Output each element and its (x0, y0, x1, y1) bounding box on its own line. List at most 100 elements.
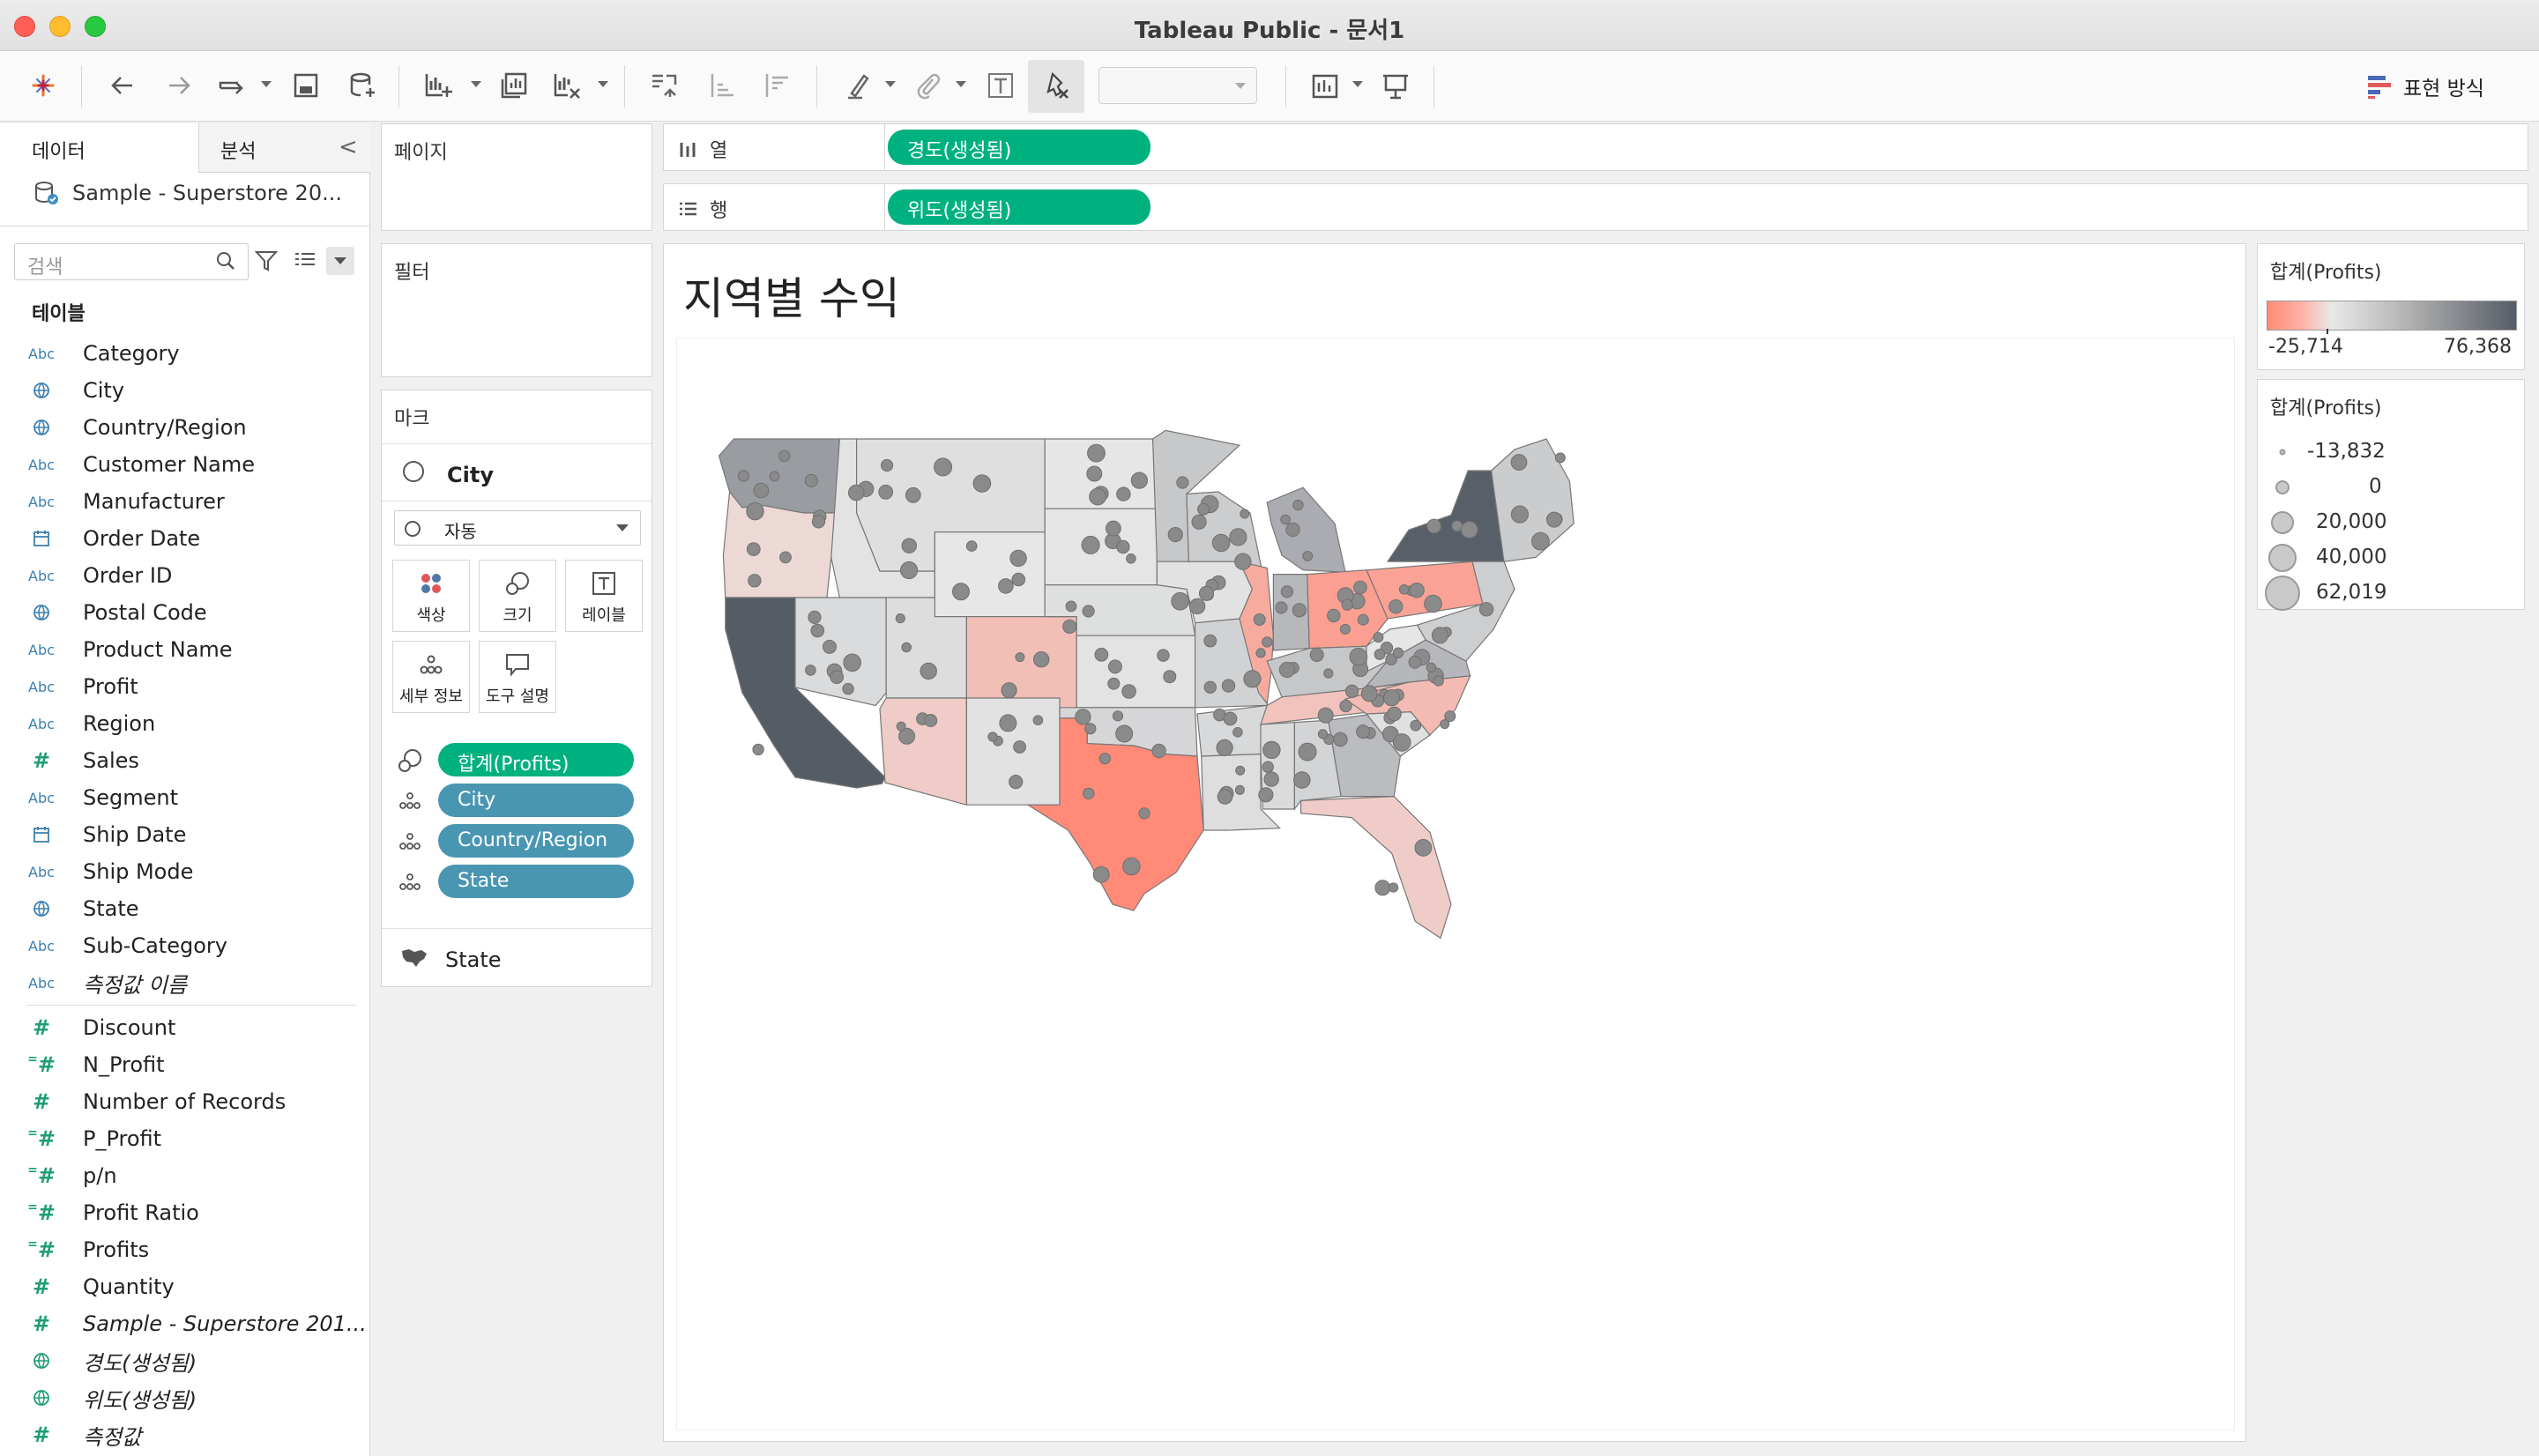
highlight-icon[interactable] (839, 65, 880, 106)
city-mark[interactable] (965, 540, 978, 552)
city-mark[interactable] (1126, 553, 1136, 564)
city-mark[interactable] (1191, 514, 1207, 530)
mark-type-select[interactable]: 자동 (394, 510, 641, 546)
city-mark[interactable] (881, 458, 894, 472)
field-item[interactable]: = # p/n (0, 1157, 370, 1194)
city-mark[interactable] (1545, 511, 1562, 528)
city-mark[interactable] (1374, 880, 1391, 896)
city-mark[interactable] (805, 665, 816, 676)
clear-sheet-icon[interactable] (547, 65, 587, 106)
city-mark[interactable] (1235, 765, 1246, 776)
chevron-down-icon[interactable] (616, 524, 629, 531)
map-area[interactable] (676, 338, 2235, 1430)
city-mark[interactable] (1089, 487, 1107, 506)
label-button[interactable]: 레이블 (565, 560, 643, 632)
city-mark[interactable] (934, 457, 953, 477)
city-mark[interactable] (746, 542, 761, 557)
city-mark[interactable] (1280, 514, 1291, 525)
show-me-button[interactable]: 표현 방식 (2366, 67, 2484, 106)
field-item[interactable]: = # N_Profit (0, 1046, 370, 1083)
city-mark[interactable] (1033, 651, 1050, 668)
collapse-pane-button[interactable]: < (339, 134, 358, 160)
field-item[interactable]: Abc Category (0, 335, 370, 372)
city-mark[interactable] (1293, 771, 1311, 789)
pill-sum-profits[interactable]: 합계(Profits) (438, 743, 634, 776)
city-mark[interactable] (1122, 857, 1141, 876)
city-mark[interactable] (1309, 648, 1324, 662)
city-mark[interactable] (1278, 661, 1296, 679)
city-mark[interactable] (972, 474, 992, 493)
filter-icon[interactable] (254, 249, 279, 273)
city-mark[interactable] (987, 732, 998, 742)
city-mark[interactable] (1203, 680, 1217, 694)
field-item[interactable]: Abc Order ID (0, 557, 370, 594)
city-mark[interactable] (1223, 711, 1238, 726)
city-mark[interactable] (1317, 707, 1334, 724)
state-region-new-york[interactable] (1386, 470, 1505, 562)
field-item[interactable]: Order Date (0, 520, 370, 557)
city-mark[interactable] (920, 662, 937, 680)
field-item[interactable]: Abc Sub-Category (0, 927, 370, 964)
field-item[interactable]: Abc Product Name (0, 631, 370, 668)
city-mark[interactable] (1075, 709, 1091, 725)
show-cards-dropdown[interactable] (1352, 81, 1363, 87)
city-mark[interactable] (1356, 724, 1371, 739)
city-mark[interactable] (1062, 619, 1077, 634)
city-mark[interactable] (1087, 443, 1106, 463)
field-item[interactable]: = # Profit Ratio (0, 1194, 370, 1231)
city-mark[interactable] (1410, 719, 1422, 732)
city-mark[interactable] (810, 623, 825, 638)
replay-icon[interactable] (212, 65, 252, 106)
city-mark[interactable] (1292, 499, 1304, 511)
city-mark[interactable] (1229, 528, 1247, 546)
city-mark[interactable] (1280, 585, 1294, 598)
view-list-icon[interactable] (293, 249, 317, 273)
new-datasource-icon[interactable] (342, 65, 383, 106)
undo-icon[interactable] (102, 65, 143, 106)
city-mark[interactable] (1339, 623, 1351, 635)
city-mark[interactable] (1015, 652, 1025, 663)
state-region-wyoming[interactable] (934, 531, 1046, 618)
new-worksheet-dropdown[interactable] (471, 81, 481, 87)
city-mark[interactable] (1433, 675, 1444, 687)
city-mark[interactable] (1011, 572, 1026, 587)
city-mark[interactable] (1032, 715, 1044, 726)
city-mark[interactable] (1009, 775, 1024, 790)
city-mark[interactable] (769, 471, 780, 482)
field-item[interactable]: Abc Ship Mode (0, 853, 370, 890)
rows-shelf[interactable]: 행 위도(생성됨) (663, 183, 2528, 231)
city-mark[interactable] (748, 574, 762, 588)
city-mark[interactable] (1431, 627, 1448, 644)
save-icon[interactable] (286, 65, 326, 106)
state-region-kansas[interactable] (1076, 635, 1196, 709)
detail-button[interactable]: 세부 정보 (392, 641, 470, 713)
city-mark[interactable] (1510, 505, 1530, 524)
label-icon[interactable] (980, 65, 1021, 106)
city-mark[interactable] (1349, 647, 1368, 666)
city-mark[interactable] (1211, 533, 1231, 553)
highlight-dropdown[interactable] (885, 81, 896, 87)
city-mark[interactable] (1414, 839, 1433, 857)
field-item[interactable]: # Quantity (0, 1268, 370, 1305)
city-mark[interactable] (1302, 551, 1314, 561)
field-item[interactable]: Abc Segment (0, 779, 370, 816)
city-mark[interactable] (1389, 599, 1404, 614)
city-mark[interactable] (1460, 521, 1478, 539)
city-mark[interactable] (843, 653, 861, 672)
city-mark[interactable] (1554, 452, 1566, 464)
city-mark[interactable] (999, 714, 1017, 732)
city-mark[interactable] (848, 484, 865, 501)
size-legend[interactable]: 합계(Profits) -13,832 0 20,000 40,000 62,0… (2257, 379, 2525, 611)
city-mark[interactable] (1082, 605, 1095, 618)
city-mark[interactable] (1409, 583, 1425, 598)
fit-dropdown[interactable] (1098, 67, 1257, 104)
field-item[interactable]: City (0, 372, 370, 409)
city-mark[interactable] (1357, 613, 1369, 626)
city-mark[interactable] (1151, 743, 1166, 759)
pill-state[interactable]: State (438, 865, 634, 898)
city-mark[interactable] (1065, 600, 1077, 613)
search-input[interactable]: 검색 (14, 243, 249, 280)
city-mark[interactable] (1253, 613, 1266, 626)
redo-icon[interactable] (159, 65, 199, 106)
pill-city[interactable]: City (438, 784, 634, 817)
